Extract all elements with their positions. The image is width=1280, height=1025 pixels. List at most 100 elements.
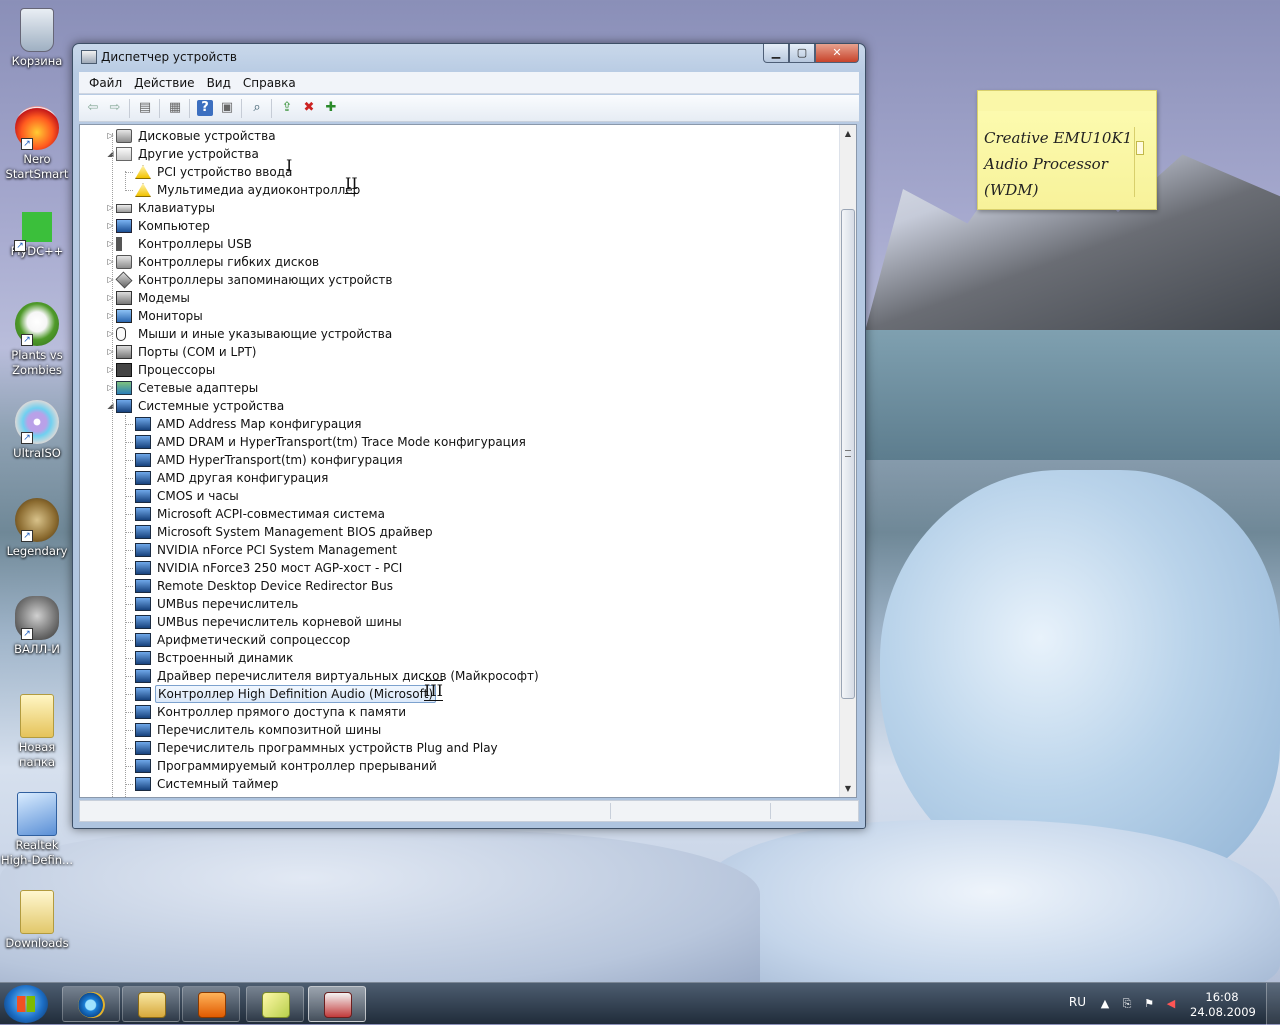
- tree-node[interactable]: Арифметический сопроцессор: [80, 631, 820, 649]
- tree-node[interactable]: Перечислитель программных устройств Plug…: [80, 739, 820, 757]
- properties-icon[interactable]: ▦: [167, 100, 183, 116]
- taskbar-button-media-player[interactable]: [182, 986, 240, 1022]
- expand-arrow-icon[interactable]: ▷: [106, 293, 115, 302]
- desktop-icon-plants-vs-zombies[interactable]: ↗ Plants vs Zombies: [0, 302, 74, 378]
- tree-node[interactable]: ▷ Мониторы: [80, 307, 820, 325]
- expand-arrow-icon[interactable]: ▷: [106, 365, 115, 374]
- show-hide-console-tree-icon[interactable]: ▤: [137, 100, 153, 116]
- tree-node[interactable]: ▷ Модемы: [80, 289, 820, 307]
- expand-arrow-icon[interactable]: ▷: [106, 311, 115, 320]
- taskbar-button-internet-explorer[interactable]: [62, 986, 120, 1022]
- tree-node[interactable]: Мультимедиа аудиоконтроллер: [80, 181, 820, 199]
- device-icon[interactable]: ⎘: [1120, 997, 1134, 1011]
- expand-arrow-icon[interactable]: ▷: [106, 329, 115, 338]
- menu-action[interactable]: Действие: [128, 76, 200, 90]
- action-center-flag-icon[interactable]: ⚑: [1142, 997, 1156, 1011]
- device-manager-window[interactable]: Диспетчер устройств ▁ ▢ ✕ Файл Действие …: [72, 43, 866, 829]
- tree-node[interactable]: NVIDIA nForce PCI System Management: [80, 541, 820, 559]
- desktop-icon-legendary[interactable]: ↗ Legendary: [0, 498, 74, 559]
- maximize-button[interactable]: ▢: [789, 44, 815, 63]
- language-indicator[interactable]: RU: [1069, 995, 1086, 1009]
- menu-help[interactable]: Справка: [237, 76, 302, 90]
- taskbar-button-sticky-notes[interactable]: [246, 986, 304, 1022]
- start-button[interactable]: [4, 985, 48, 1023]
- tree-node[interactable]: UMBus перечислитель: [80, 595, 820, 613]
- desktop-icon-downloads[interactable]: Downloads: [0, 890, 74, 951]
- clock[interactable]: 16:08 24.08.2009: [1190, 990, 1256, 1020]
- show-hidden-icons-icon[interactable]: ▲: [1098, 997, 1112, 1011]
- menu-view[interactable]: Вид: [201, 76, 237, 90]
- desktop-icon-recycle-bin[interactable]: Корзина: [0, 8, 74, 69]
- tree-node[interactable]: ▷ Компьютер: [80, 217, 820, 235]
- scroll-up-icon[interactable]: ▲: [840, 125, 856, 142]
- uninstall-icon[interactable]: ✖: [301, 100, 317, 116]
- desktop-icon-nero[interactable]: ↗ Nero StartSmart: [0, 106, 74, 182]
- close-button[interactable]: ✕: [815, 44, 859, 63]
- tree-node[interactable]: ▷ Сетевые адаптеры: [80, 379, 820, 397]
- tree-node[interactable]: Remote Desktop Device Redirector Bus: [80, 577, 820, 595]
- desktop-icon-realtek[interactable]: Realtek High-Defin...: [0, 792, 74, 868]
- tree-node[interactable]: ◢ Системные устройства: [80, 397, 820, 415]
- tree-node[interactable]: ▷ Контроллеры гибких дисков: [80, 253, 820, 271]
- expand-arrow-icon[interactable]: ▷: [106, 221, 115, 230]
- tree-node[interactable]: ◢ Другие устройства: [80, 145, 820, 163]
- action-pane-icon[interactable]: ▣: [219, 100, 235, 116]
- tree-node[interactable]: ▷ Контроллеры запоминающих устройств: [80, 271, 820, 289]
- show-desktop-button[interactable]: [1266, 983, 1280, 1025]
- tree-node[interactable]: Перечислитель композитной шины: [80, 721, 820, 739]
- sticky-note-scrollbar[interactable]: [1134, 127, 1144, 197]
- tree-node[interactable]: ▷ Контроллеры USB: [80, 235, 820, 253]
- volume-muted-icon[interactable]: ◀: [1164, 997, 1178, 1011]
- desktop-icon-wall-e[interactable]: ↗ ВАЛЛ-И: [0, 596, 74, 657]
- menu-file[interactable]: Файл: [83, 76, 128, 90]
- expand-arrow-icon[interactable]: ▷: [106, 275, 115, 284]
- scrollbar-thumb[interactable]: [1136, 141, 1144, 155]
- tree-node[interactable]: Программируемый контроллер прерываний: [80, 757, 820, 775]
- expand-arrow-icon[interactable]: ▷: [106, 257, 115, 266]
- tree-node[interactable]: UMBus перечислитель корневой шины: [80, 613, 820, 631]
- tree-node[interactable]: Контроллер прямого доступа к памяти: [80, 703, 820, 721]
- vertical-scrollbar[interactable]: ▲ ▼: [839, 125, 856, 797]
- forward-arrow-icon[interactable]: ⇨: [107, 100, 123, 116]
- help-icon[interactable]: ?: [197, 100, 213, 116]
- collapse-arrow-icon[interactable]: ◢: [106, 401, 115, 410]
- tree-node[interactable]: Системный таймер: [80, 775, 820, 793]
- title-bar[interactable]: Диспетчер устройств ▁ ▢ ✕: [73, 44, 865, 70]
- sticky-note-text[interactable]: Creative EMU10K1 Audio Processor (WDM): [984, 125, 1134, 203]
- tree-node[interactable]: Драйвер перечислителя виртуальных дисков…: [80, 667, 820, 685]
- sticky-note-header[interactable]: [978, 91, 1156, 111]
- desktop-icon-flydc[interactable]: ↗ FlyDC++: [0, 204, 74, 259]
- desktop-icon-new-folder[interactable]: Новая папка: [0, 694, 74, 770]
- expand-arrow-icon[interactable]: ▷: [106, 239, 115, 248]
- tree-node[interactable]: CMOS и часы: [80, 487, 820, 505]
- expand-arrow-icon[interactable]: ▷: [106, 203, 115, 212]
- tree-node[interactable]: AMD DRAM и HyperTransport(tm) Trace Mode…: [80, 433, 820, 451]
- tree-node[interactable]: ▷ Мыши и иные указывающие устройства: [80, 325, 820, 343]
- minimize-button[interactable]: ▁: [763, 44, 789, 63]
- tree-node[interactable]: AMD другая конфигурация: [80, 469, 820, 487]
- tree-node[interactable]: PCI устройство ввода: [80, 163, 820, 181]
- taskbar-button-device-manager[interactable]: [308, 986, 366, 1022]
- tree-node[interactable]: Microsoft System Management BIOS драйвер: [80, 523, 820, 541]
- scroll-down-icon[interactable]: ▼: [840, 780, 856, 797]
- device-tree-pane[interactable]: ▷ Дисковые устройства ◢ Другие устройства PC…: [79, 124, 857, 798]
- enable-device-icon[interactable]: ✚: [323, 100, 339, 116]
- back-arrow-icon[interactable]: ⇦: [85, 100, 101, 116]
- taskbar-button-explorer[interactable]: [122, 986, 180, 1022]
- tree-node[interactable]: Контроллер High Definition Audio (Micros…: [80, 685, 820, 703]
- desktop-icon-ultraiso[interactable]: ↗ UltraISO: [0, 400, 74, 461]
- tree-node[interactable]: Microsoft ACPI-совместимая система: [80, 505, 820, 523]
- sticky-note[interactable]: Creative EMU10K1 Audio Processor (WDM): [977, 90, 1157, 210]
- tree-node[interactable]: NVIDIA nForce3 250 мост AGP-хост - PCI: [80, 559, 820, 577]
- tree-node[interactable]: Встроенный динамик: [80, 649, 820, 667]
- tree-node[interactable]: AMD Address Map конфигурация: [80, 415, 820, 433]
- expand-arrow-icon[interactable]: ▷: [106, 347, 115, 356]
- scan-hardware-icon[interactable]: ⌕: [249, 100, 265, 116]
- expand-arrow-icon[interactable]: ▷: [106, 383, 115, 392]
- collapse-arrow-icon[interactable]: ◢: [106, 149, 115, 158]
- tree-node[interactable]: ▷ Дисковые устройства: [80, 127, 820, 145]
- tree-node[interactable]: ▷ Клавиатуры: [80, 199, 820, 217]
- scrollbar-thumb[interactable]: [841, 209, 855, 699]
- tree-node[interactable]: AMD HyperTransport(tm) конфигурация: [80, 451, 820, 469]
- update-driver-icon[interactable]: ⇪: [279, 100, 295, 116]
